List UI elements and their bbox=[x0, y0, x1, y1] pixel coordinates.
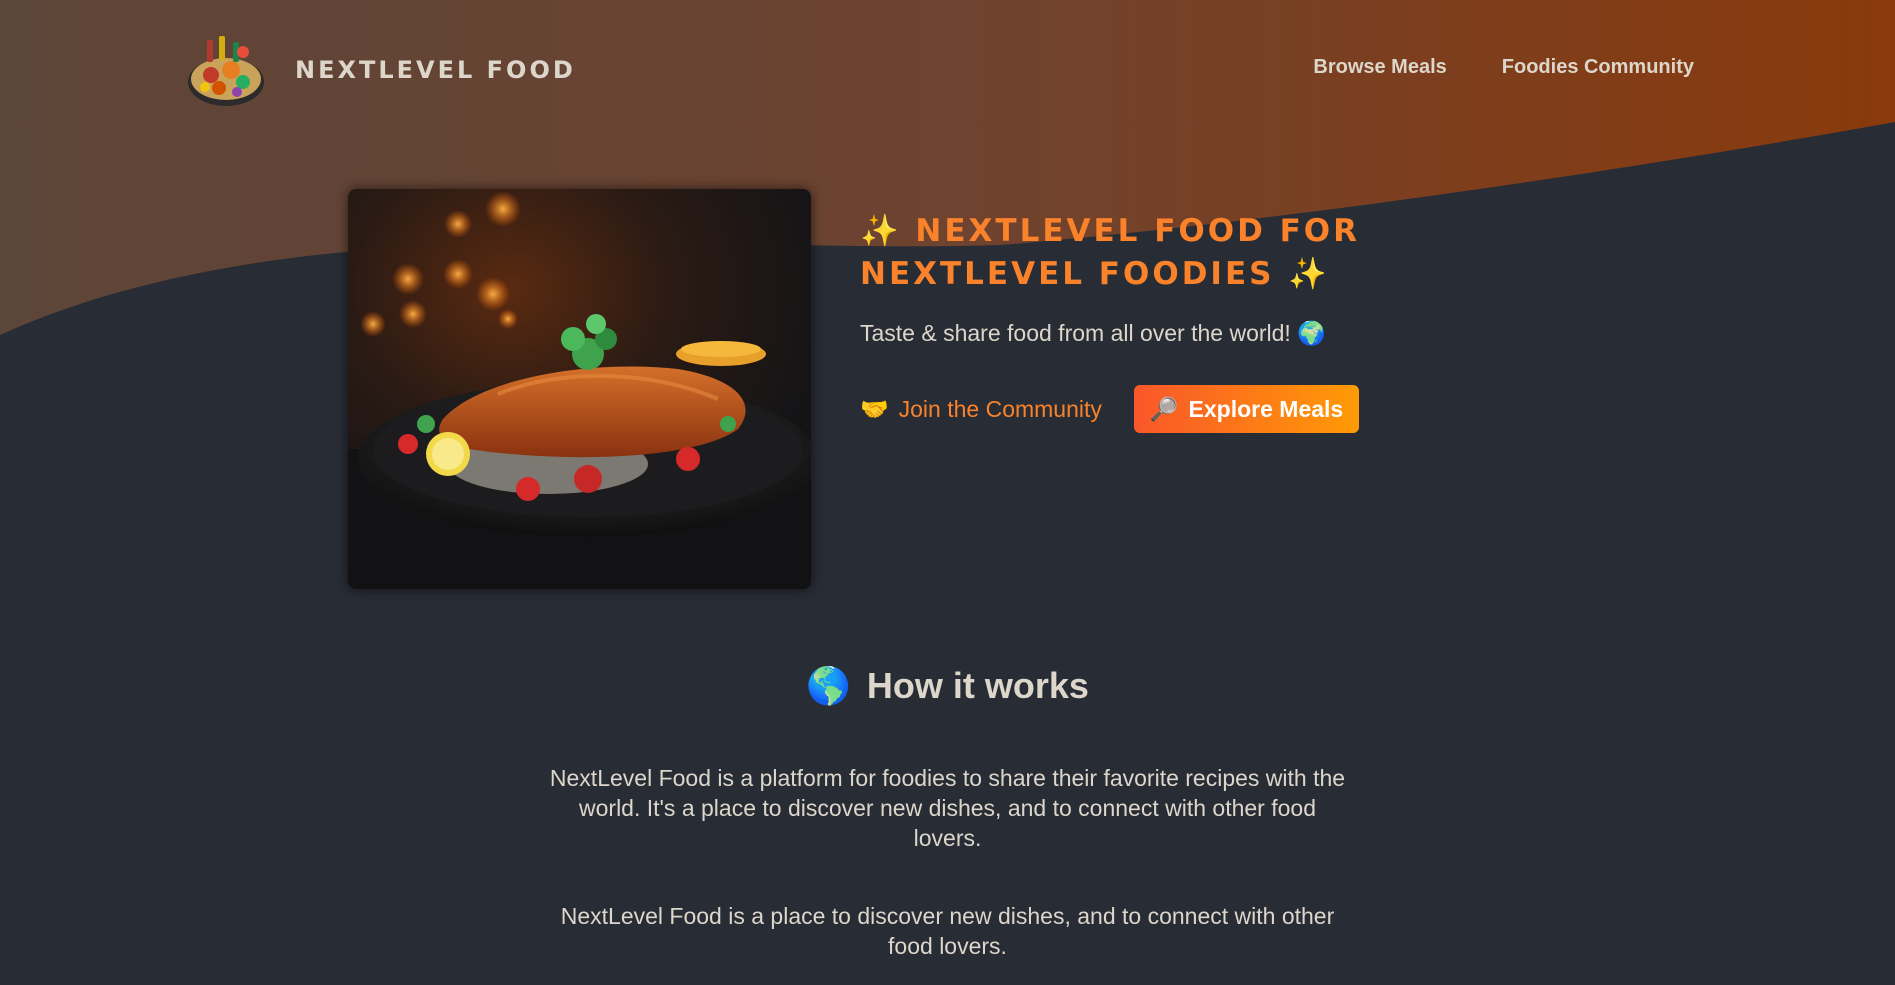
nav-browse-meals[interactable]: Browse Meals bbox=[1313, 56, 1446, 79]
join-community-link[interactable]: 🤝 Join the Community bbox=[860, 396, 1102, 423]
logo-text: NEXTLEVEL FOOD bbox=[295, 56, 576, 84]
explore-meals-button[interactable]: 🔎 Explore Meals bbox=[1133, 385, 1360, 433]
join-community-label: Join the Community bbox=[898, 395, 1102, 422]
food-plate-logo-icon bbox=[188, 36, 264, 106]
explore-meals-label: Explore Meals bbox=[1188, 395, 1344, 422]
schnitzel-image-icon bbox=[348, 189, 811, 589]
hero-image-schnitzel bbox=[348, 189, 811, 589]
hero-title: ✨ NEXTLEVEL FOOD FOR NEXTLEVEL FOODIES ✨ bbox=[860, 210, 1420, 296]
how-it-works-title: How it works bbox=[866, 665, 1089, 706]
globe-icon: 🌎 bbox=[806, 665, 851, 706]
hero-content: ✨ NEXTLEVEL FOOD FOR NEXTLEVEL FOODIES ✨… bbox=[860, 210, 1420, 433]
how-it-works-heading: 🌎 How it works bbox=[0, 665, 1895, 707]
hero-title-line1: NEXTLEVEL FOOD FOR bbox=[915, 213, 1361, 249]
how-it-works-paragraph-1: NextLevel Food is a platform for foodies… bbox=[549, 765, 1346, 851]
site-header: NEXTLEVEL FOOD Browse Meals Foodies Comm… bbox=[0, 0, 1895, 140]
nav-foodies-community[interactable]: Foodies Community bbox=[1502, 56, 1694, 79]
how-it-works-paragraph-2: NextLevel Food is a place to discover ne… bbox=[560, 903, 1335, 959]
hero-title-line2: NEXTLEVEL FOODIES bbox=[860, 256, 1275, 292]
how-it-works-section: 🌎 How it works NextLevel Food is a platf… bbox=[0, 665, 1895, 961]
globe-icon: 🌍 bbox=[1297, 320, 1326, 346]
logo-link[interactable]: NEXTLEVEL FOOD bbox=[183, 30, 576, 110]
handshake-icon: 🤝 bbox=[860, 395, 889, 422]
hero-subtitle-text: Taste & share food from all over the wor… bbox=[860, 320, 1291, 346]
hero-cta-row: 🤝 Join the Community 🔎 Explore Meals bbox=[860, 385, 1420, 433]
main-nav: Browse Meals Foodies Community bbox=[1313, 56, 1694, 79]
magnifier-icon: 🔎 bbox=[1149, 395, 1179, 422]
sparkles-icon: ✨ bbox=[1288, 256, 1330, 292]
sparkles-icon: ✨ bbox=[860, 213, 902, 249]
hero-subtitle: Taste & share food from all over the wor… bbox=[860, 320, 1420, 347]
